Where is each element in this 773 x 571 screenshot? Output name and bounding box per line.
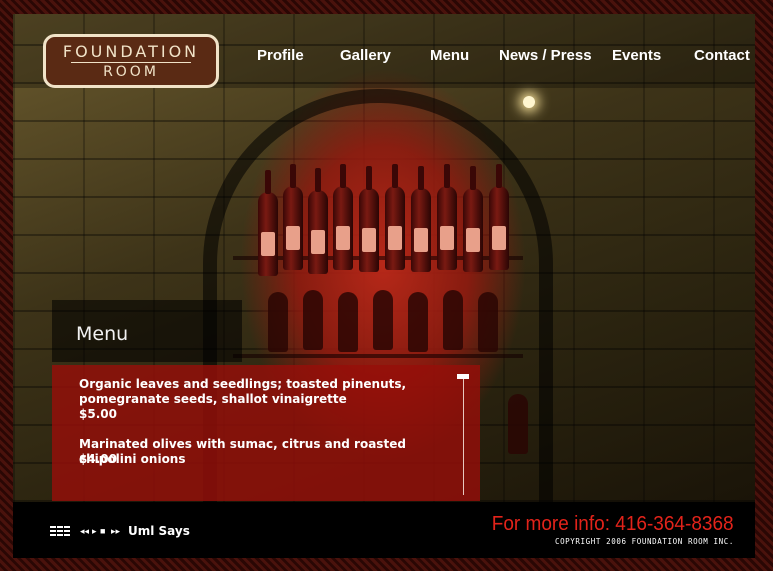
wine-bottle (258, 170, 278, 276)
wine-bottle (508, 394, 528, 454)
menu-title: Menu (76, 323, 129, 345)
nav-news-press[interactable]: News / Press (499, 47, 592, 64)
fast-forward-icon[interactable]: ▸▸ (111, 526, 120, 536)
logo-text-room: ROOM (103, 63, 159, 80)
wine-bottle (411, 166, 431, 272)
nav-contact[interactable]: Contact (694, 47, 750, 64)
now-playing-track: Uml Says (128, 524, 190, 538)
rewind-icon[interactable]: ◂◂ (80, 526, 89, 536)
menu-item-name: Marinated olives with sumac, citrus and … (79, 437, 406, 466)
menu-scrollbar-track[interactable] (463, 377, 464, 495)
menu-item-name: Organic leaves and seedlings; toasted pi… (79, 377, 407, 406)
wine-bottle (333, 164, 353, 270)
wine-bottle (463, 166, 483, 272)
wine-bottle (437, 164, 457, 270)
wine-bottle (338, 292, 358, 352)
menu-item-price: $4.00 (79, 452, 117, 466)
wine-bottle (283, 164, 303, 270)
nav-events[interactable]: Events (612, 47, 661, 64)
menu-item-price: $5.00 (79, 407, 117, 421)
playlist-grid-icon[interactable] (50, 526, 70, 536)
wine-bottle (478, 292, 498, 352)
logo-text-foundation: FOUNDATION (62, 41, 200, 61)
menu-scrollbar-thumb[interactable] (457, 374, 469, 379)
wine-shelf (233, 354, 523, 358)
wine-bottle (373, 290, 393, 350)
wine-bottle (268, 292, 288, 352)
stop-icon[interactable]: ■ (100, 526, 105, 536)
wine-bottle (308, 168, 328, 274)
site-logo[interactable]: FOUNDATION ROOM (43, 34, 219, 88)
wine-bottle (408, 292, 428, 352)
logo-divider (71, 61, 191, 63)
wine-bottle (303, 290, 323, 350)
wine-bottle (385, 164, 405, 270)
nav-gallery[interactable]: Gallery (340, 47, 391, 64)
wine-bottle (359, 166, 379, 272)
contact-info-phone: For more info: 416-364-8368 (492, 513, 734, 535)
copyright-text: COPYRIGHT 2006 FOUNDATION ROOM INC. (554, 537, 734, 546)
play-icon[interactable]: ▸ (92, 526, 97, 536)
wine-bottle (489, 164, 509, 270)
wall-lamp (523, 96, 535, 108)
wine-bottle (443, 290, 463, 350)
nav-profile[interactable]: Profile (257, 47, 304, 64)
nav-menu[interactable]: Menu (430, 47, 469, 64)
